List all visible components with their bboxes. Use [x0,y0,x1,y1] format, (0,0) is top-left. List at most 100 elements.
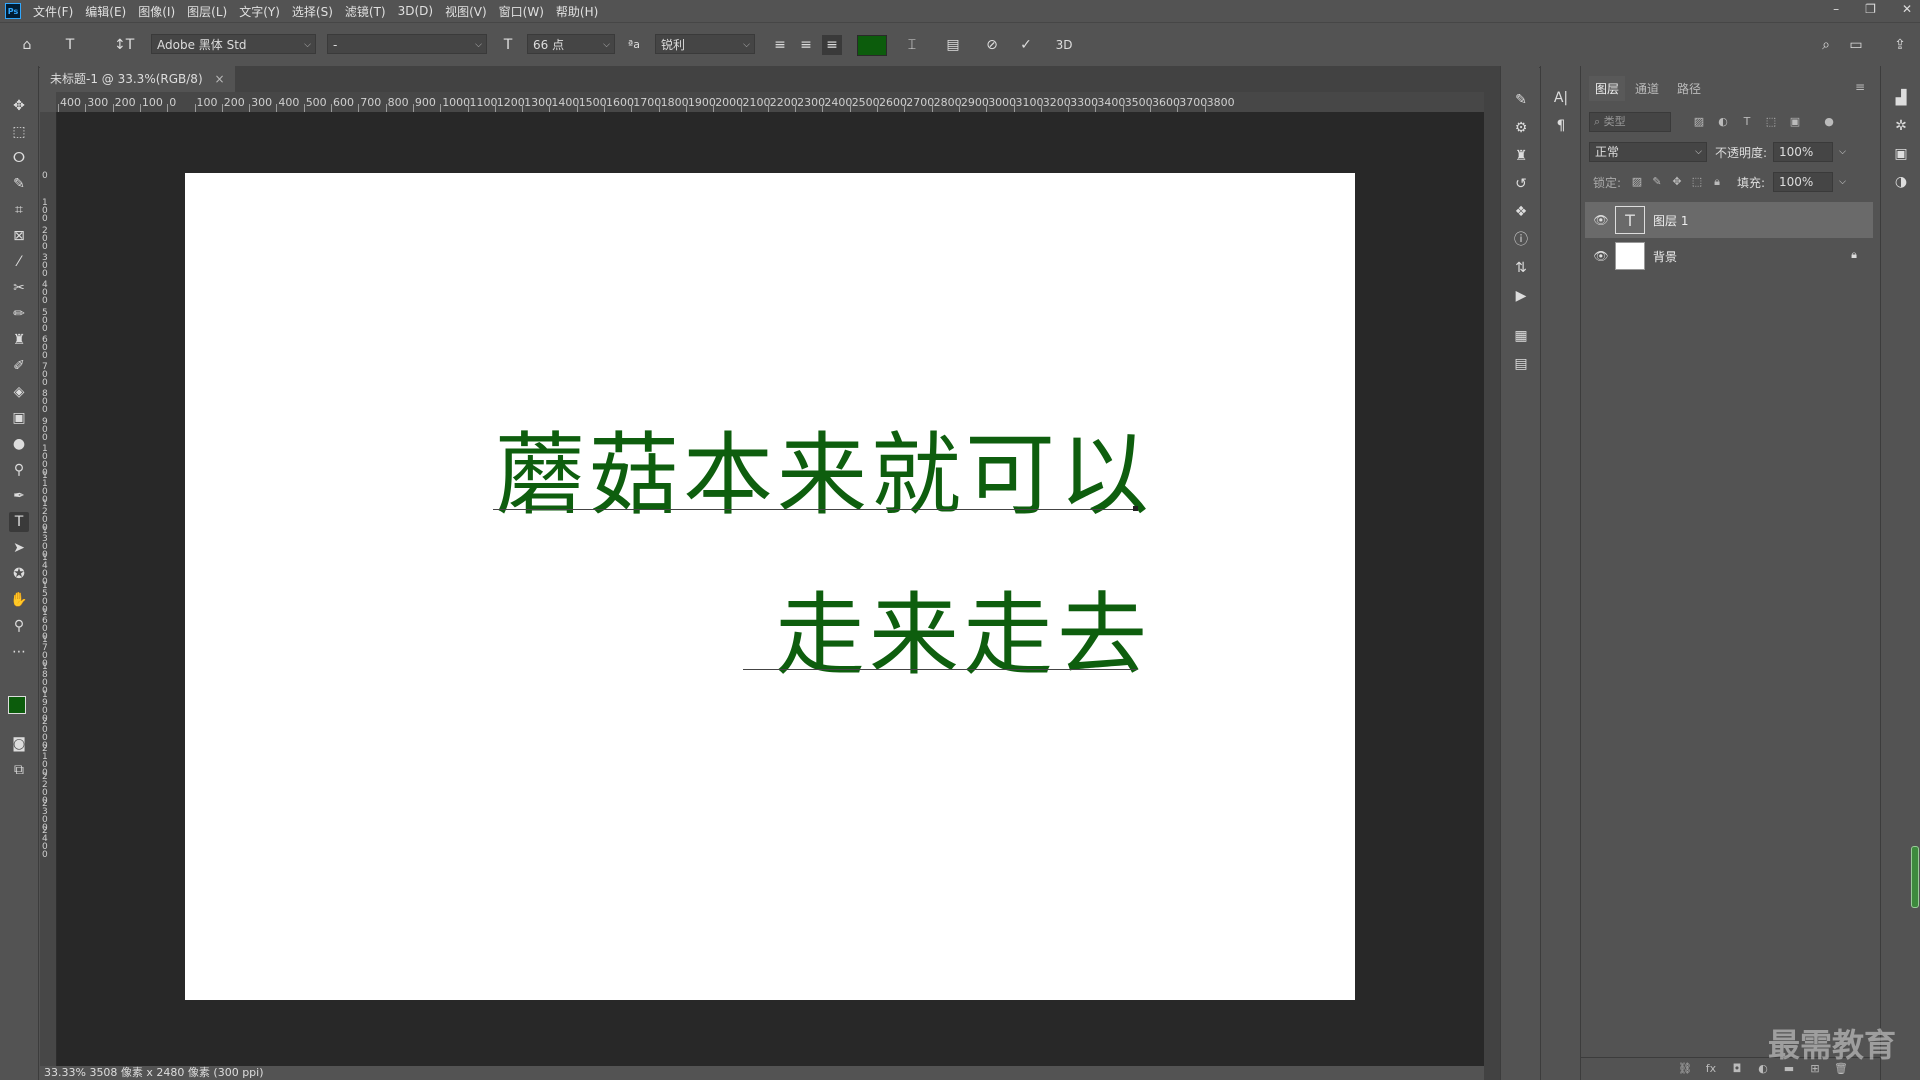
stamp-tool-icon[interactable]: ♜ [9,330,29,350]
vertical-scrollbar[interactable] [1484,92,1500,1080]
share-icon[interactable]: ⇪ [1890,35,1910,55]
eyedropper-tool-icon[interactable]: ⁄ [9,252,29,272]
brush-tool-icon[interactable]: ✏ [9,304,29,324]
antialias-dropdown[interactable]: 锐利 ⌵ [655,34,755,54]
libraries-icon[interactable]: ▦ [1511,326,1531,346]
layer-row-background[interactable]: 👁︎ 背景 🔒︎ [1585,238,1873,274]
search-icon[interactable]: ⌕ [1816,35,1836,55]
blend-mode-dropdown[interactable]: 正常 ⌵ [1589,142,1707,162]
adjustments-icon[interactable]: ⚙ [1511,118,1531,138]
quick-select-tool-icon[interactable]: ✎ [9,174,29,194]
text-color-swatch[interactable] [857,35,887,56]
navigator-icon[interactable]: ✲ [1891,116,1911,136]
swatches-icon[interactable]: ▣ [1891,144,1911,164]
warp-text-icon[interactable]: ⌶ [902,35,922,55]
more-tools-icon[interactable]: ⋯ [9,642,29,662]
menu-3d[interactable]: 3D(D) [398,4,433,18]
tab-channels[interactable]: 通道 [1629,76,1665,101]
menu-image[interactable]: 图像(I) [138,3,175,20]
close-tab-icon[interactable]: × [214,72,224,86]
fill-input[interactable]: 100% ⌵ [1773,172,1846,192]
path-select-tool-icon[interactable]: ➤ [9,538,29,558]
align-right-icon[interactable]: ≡ [822,35,842,55]
cancel-icon[interactable]: ⊘ [982,35,1002,55]
tab-paths[interactable]: 路径 [1671,76,1707,101]
eraser-tool-icon[interactable]: ◈ [9,382,29,402]
link-layers-icon[interactable]: ⛓ [1677,1061,1693,1077]
text-line-1[interactable]: 蘑菇本来就可以 [495,431,1153,521]
marquee-tool-icon[interactable]: ⬚ [9,122,29,142]
menu-edit[interactable]: 编辑(E) [85,3,126,20]
menu-view[interactable]: 视图(V) [445,3,487,20]
hand-tool-icon[interactable]: ✋ [9,590,29,610]
commit-check-icon[interactable]: ✓ [1016,35,1036,55]
layer-row-text[interactable]: 👁︎ T 图层 1 [1585,202,1873,238]
histogram-icon[interactable]: ▟ [1891,88,1911,108]
pen-tool-icon[interactable]: ✒ [9,486,29,506]
font-family-dropdown[interactable]: Adobe 黑体 Std ⌵ [151,34,316,54]
brush-settings-icon[interactable]: ✎ [1511,90,1531,110]
blur-tool-icon[interactable]: ● [9,434,29,454]
filter-adjustment-icon[interactable]: ◐ [1715,114,1731,130]
opacity-input[interactable]: 100% ⌵ [1773,142,1846,162]
clone-source-icon[interactable]: ♜ [1511,146,1531,166]
foreground-color-swatch[interactable] [8,696,26,714]
dodge-tool-icon[interactable]: ⚲ [9,460,29,480]
panel-scroll-thumb[interactable] [1911,846,1919,908]
close-button[interactable]: ✕ [1902,2,1912,16]
filter-type-icon[interactable]: T [1739,114,1755,130]
properties-icon[interactable]: ⇅ [1511,258,1531,278]
eye-icon[interactable]: 👁︎ [1593,248,1609,264]
menu-layer[interactable]: 图层(L) [187,3,227,20]
toggle-text-orientation-icon[interactable]: ↕T [114,35,134,55]
font-style-dropdown[interactable]: - ⌵ [327,34,487,54]
screen-mode-icon[interactable]: ⧉ [9,760,29,780]
fx-icon[interactable]: fx [1703,1061,1719,1077]
color-icon[interactable]: ◑ [1891,172,1911,192]
workspace-icon[interactable]: ▭ [1846,35,1866,55]
menu-type[interactable]: 文字(Y) [239,3,280,20]
crop-tool-icon[interactable]: ⌗ [9,200,29,220]
type-tool-preset-icon[interactable]: T [60,35,80,55]
info-icon[interactable]: ⓘ [1511,230,1531,250]
lock-all-icon[interactable]: 🔒︎ [1709,174,1725,190]
menu-help[interactable]: 帮助(H) [556,3,598,20]
filter-toggle-icon[interactable]: ● [1821,114,1837,130]
align-center-icon[interactable]: ≡ [796,35,816,55]
character-icon[interactable]: A| [1551,88,1571,108]
type-tool-icon[interactable]: T [9,512,29,532]
filter-pixel-icon[interactable]: ▨ [1691,114,1707,130]
lock-pixels-icon[interactable]: ✎ [1649,174,1665,190]
font-size-dropdown[interactable]: 66 点 ⌵ [527,34,615,54]
align-left-icon[interactable]: ≡ [770,35,790,55]
add-mask-icon[interactable]: ◘ [1729,1061,1745,1077]
menu-filter[interactable]: 滤镜(T) [345,3,386,20]
character-panel-icon[interactable]: ▤ [943,35,963,55]
document-canvas[interactable]: 蘑菇本来就可以 走来走去 [185,173,1355,1000]
zoom-tool-icon[interactable]: ⚲ [9,616,29,636]
restore-button[interactable]: ❐ [1865,2,1876,16]
lock-transparent-icon[interactable]: ▨ [1629,174,1645,190]
menu-select[interactable]: 选择(S) [292,3,333,20]
actions-play-icon[interactable]: ▶ [1511,286,1531,306]
text-line-2[interactable]: 走来走去 [775,591,1151,681]
filter-smart-icon[interactable]: ▣ [1787,114,1803,130]
text-bound-handle[interactable] [1133,506,1138,511]
move-tool-icon[interactable]: ✥ [9,96,29,116]
filter-shape-icon[interactable]: ⬚ [1763,114,1779,130]
document-tab[interactable]: 未标题-1 @ 33.3%(RGB/8) × [40,66,235,92]
menu-file[interactable]: 文件(F) [33,3,73,20]
3d-button[interactable]: 3D [1054,35,1074,55]
gradient-tool-icon[interactable]: ▣ [9,408,29,428]
history-brush-tool-icon[interactable]: ✐ [9,356,29,376]
frame-tool-icon[interactable]: ⊠ [9,226,29,246]
panel-menu-icon[interactable]: ≡ [1849,76,1871,98]
shape-tool-icon[interactable]: ✪ [9,564,29,584]
eye-icon[interactable]: 👁︎ [1593,212,1609,228]
history-icon[interactable]: ↺ [1511,174,1531,194]
tab-layers[interactable]: 图层 [1589,76,1626,101]
home-icon[interactable]: ⌂ [17,35,37,55]
lock-artboard-icon[interactable]: ⬚ [1689,174,1705,190]
styles-icon[interactable]: ❖ [1511,202,1531,222]
notes-icon[interactable]: ▤ [1511,354,1531,374]
